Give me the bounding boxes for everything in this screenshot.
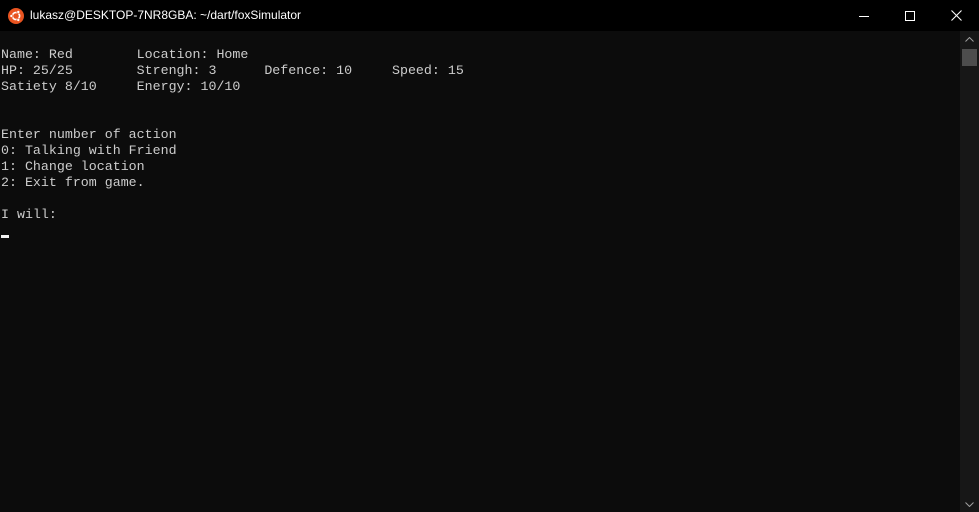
scroll-down-button[interactable] [960, 496, 979, 512]
window-title: lukasz@DESKTOP-7NR8GBA: ~/dart/foxSimula… [30, 8, 302, 22]
terminal-line: 0: Talking with Friend [1, 143, 177, 158]
scrollbar-thumb[interactable] [962, 49, 977, 66]
terminal-line: Enter number of action [1, 127, 177, 142]
terminal-line: I will: [1, 207, 57, 222]
minimize-icon [859, 15, 869, 17]
minimize-button[interactable] [841, 0, 887, 31]
arrow-up-icon [965, 36, 974, 42]
title-bar[interactable]: lukasz@DESKTOP-7NR8GBA: ~/dart/foxSimula… [0, 0, 979, 31]
vertical-scrollbar[interactable] [960, 31, 979, 512]
terminal-window: lukasz@DESKTOP-7NR8GBA: ~/dart/foxSimula… [0, 0, 979, 512]
terminal-output[interactable]: Name: Red Location: Home HP: 25/25 Stren… [0, 31, 960, 512]
maximize-icon [905, 10, 915, 21]
terminal-line: 2: Exit from game. [1, 175, 145, 190]
terminal-line: 1: Change location [1, 159, 145, 174]
terminal-line: Name: Red Location: Home [1, 47, 249, 62]
terminal-line: HP: 25/25 Strengh: 3 Defence: 10 Speed: … [1, 63, 464, 78]
maximize-button[interactable] [887, 0, 933, 31]
scroll-up-button[interactable] [960, 31, 979, 47]
terminal-line: Satiety 8/10 Energy: 10/10 [1, 79, 241, 94]
close-icon [950, 10, 962, 21]
arrow-down-icon [965, 501, 974, 507]
close-button[interactable] [933, 0, 979, 31]
ubuntu-icon [8, 8, 24, 24]
text-cursor [1, 235, 9, 238]
